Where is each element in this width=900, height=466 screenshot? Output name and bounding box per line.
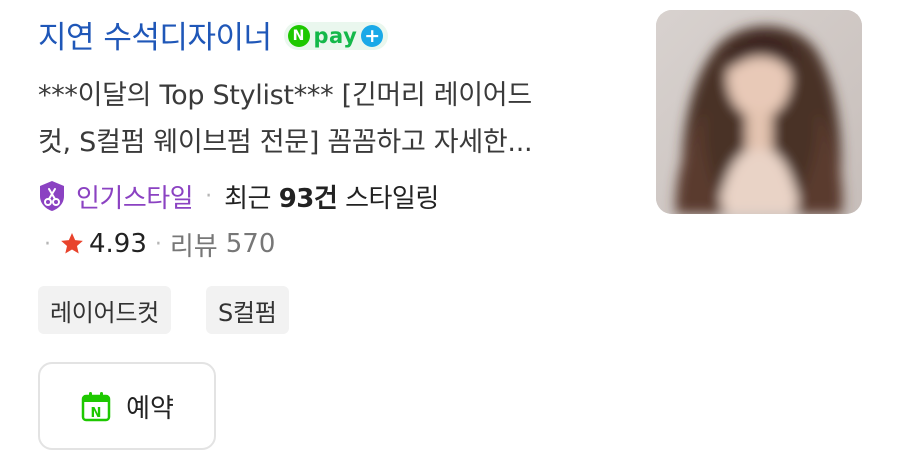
- shop-name-link[interactable]: 지연 수석디자이너: [38, 12, 272, 57]
- separator-dot: ·: [44, 231, 51, 257]
- recent-count: 93건: [278, 183, 338, 214]
- booking-button[interactable]: N 예약: [38, 362, 216, 450]
- popular-style-label: 인기스타일: [76, 183, 194, 214]
- separator-dot: ·: [154, 231, 162, 257]
- separator-dot: ·: [205, 183, 213, 209]
- booking-label: 예약: [126, 393, 174, 424]
- listing-description[interactable]: ***이달의 Top Stylist*** [긴머리 레이어드 컷, S컬펌 웨…: [38, 72, 618, 166]
- star-icon: [59, 230, 87, 258]
- recent-stylings: 최근 93건 스타일링: [224, 178, 439, 215]
- stylist-photo[interactable]: [656, 10, 862, 214]
- recent-prefix: 최근: [224, 183, 279, 214]
- popular-style-badge-icon: [38, 180, 68, 212]
- review-label[interactable]: 리뷰: [170, 226, 218, 263]
- npay-badge: N pay +: [283, 22, 388, 50]
- meta-row: 인기스타일 · 최근 93건 스타일링: [38, 176, 439, 216]
- tag-layered-cut[interactable]: 레이어드컷: [38, 286, 171, 334]
- rating-row: · 4.93 · 리뷰 570: [44, 224, 275, 264]
- calendar-icon: N: [80, 390, 112, 422]
- npay-plus-icon: +: [361, 25, 384, 47]
- rating-value: 4.93: [89, 229, 147, 259]
- calendar-letter: N: [91, 406, 102, 421]
- review-count[interactable]: 570: [226, 229, 276, 259]
- npay-label: pay: [313, 24, 358, 48]
- recent-suffix: 스타일링: [337, 183, 439, 214]
- npay-n-icon: N: [287, 25, 310, 47]
- tag-s-curl-perm[interactable]: S컬펌: [206, 286, 289, 334]
- listing-title-row: 지연 수석디자이너 N pay +: [38, 12, 388, 56]
